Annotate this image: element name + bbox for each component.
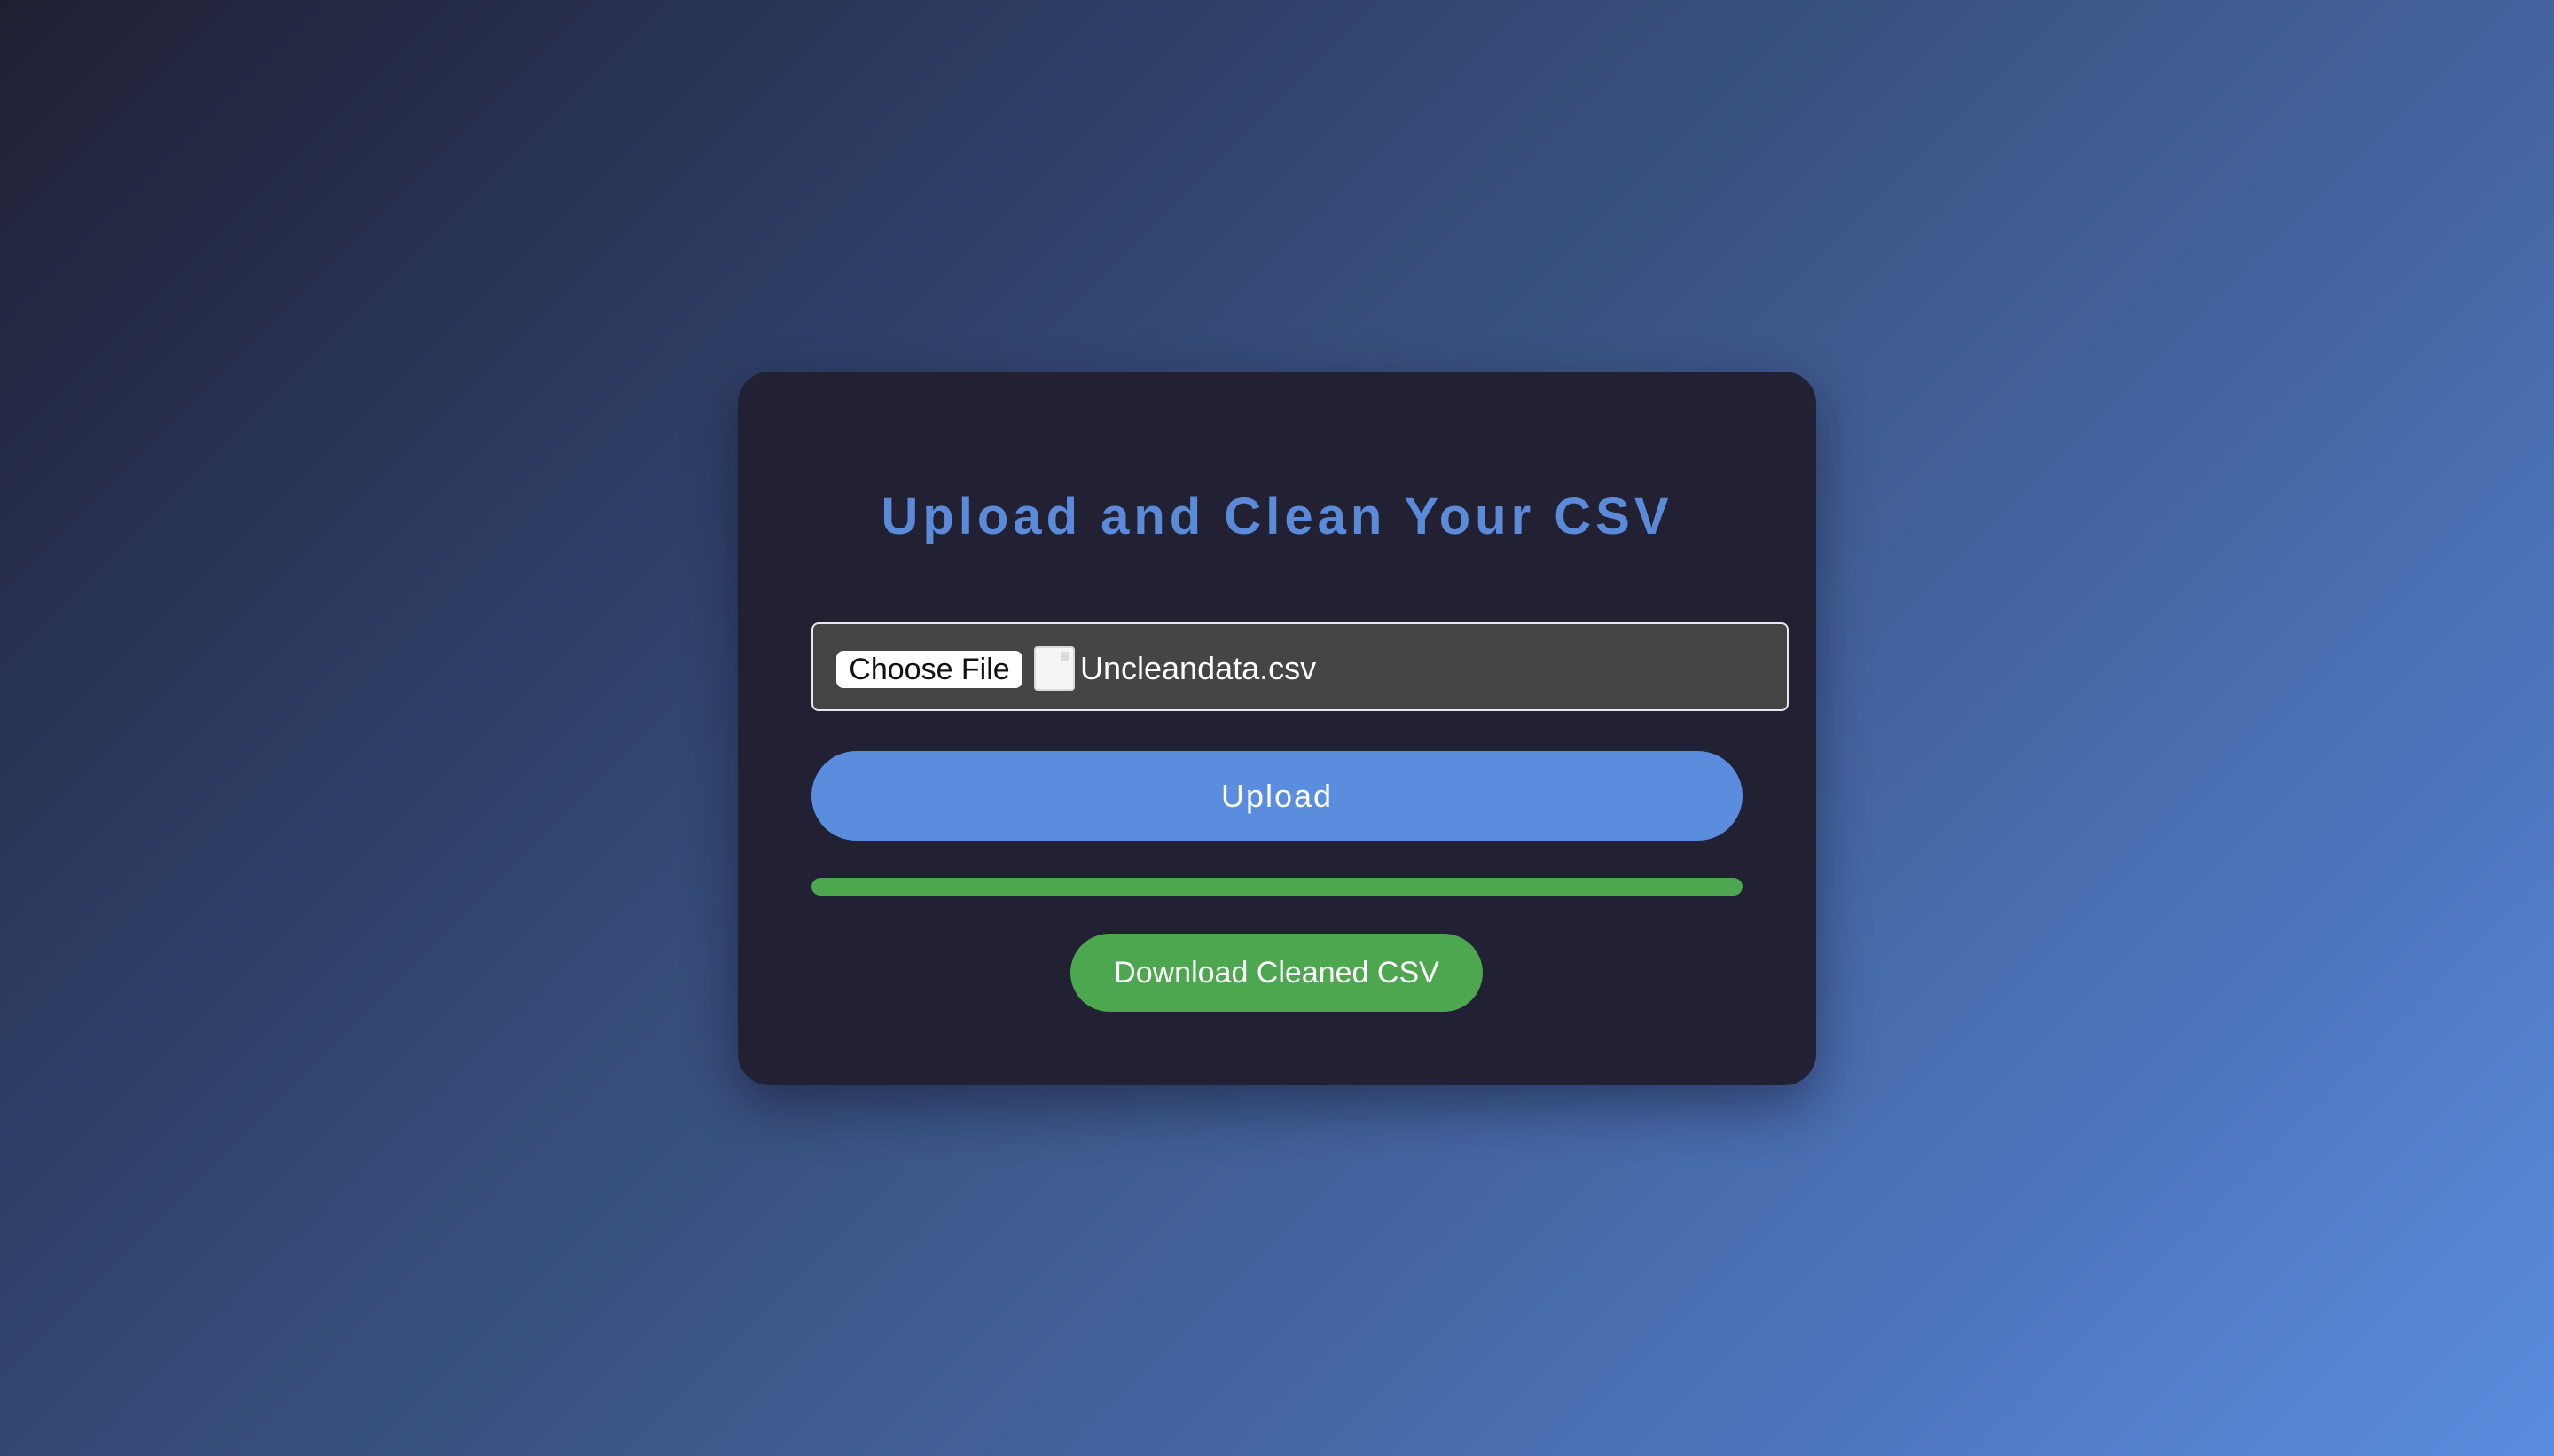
progress-bar-fill bbox=[811, 878, 1743, 896]
upload-button[interactable]: Upload bbox=[811, 751, 1743, 841]
choose-file-button[interactable]: Choose File bbox=[836, 651, 1022, 688]
selected-file-name: Uncleandata.csv bbox=[1080, 650, 1317, 686]
file-input[interactable]: Choose File Uncleandata.csv bbox=[811, 622, 1789, 711]
page-title: Upload and Clean Your CSV bbox=[881, 488, 1673, 545]
download-cleaned-csv-button[interactable]: Download Cleaned CSV bbox=[1070, 934, 1483, 1012]
file-icon bbox=[1034, 646, 1075, 691]
progress-bar bbox=[811, 878, 1743, 896]
